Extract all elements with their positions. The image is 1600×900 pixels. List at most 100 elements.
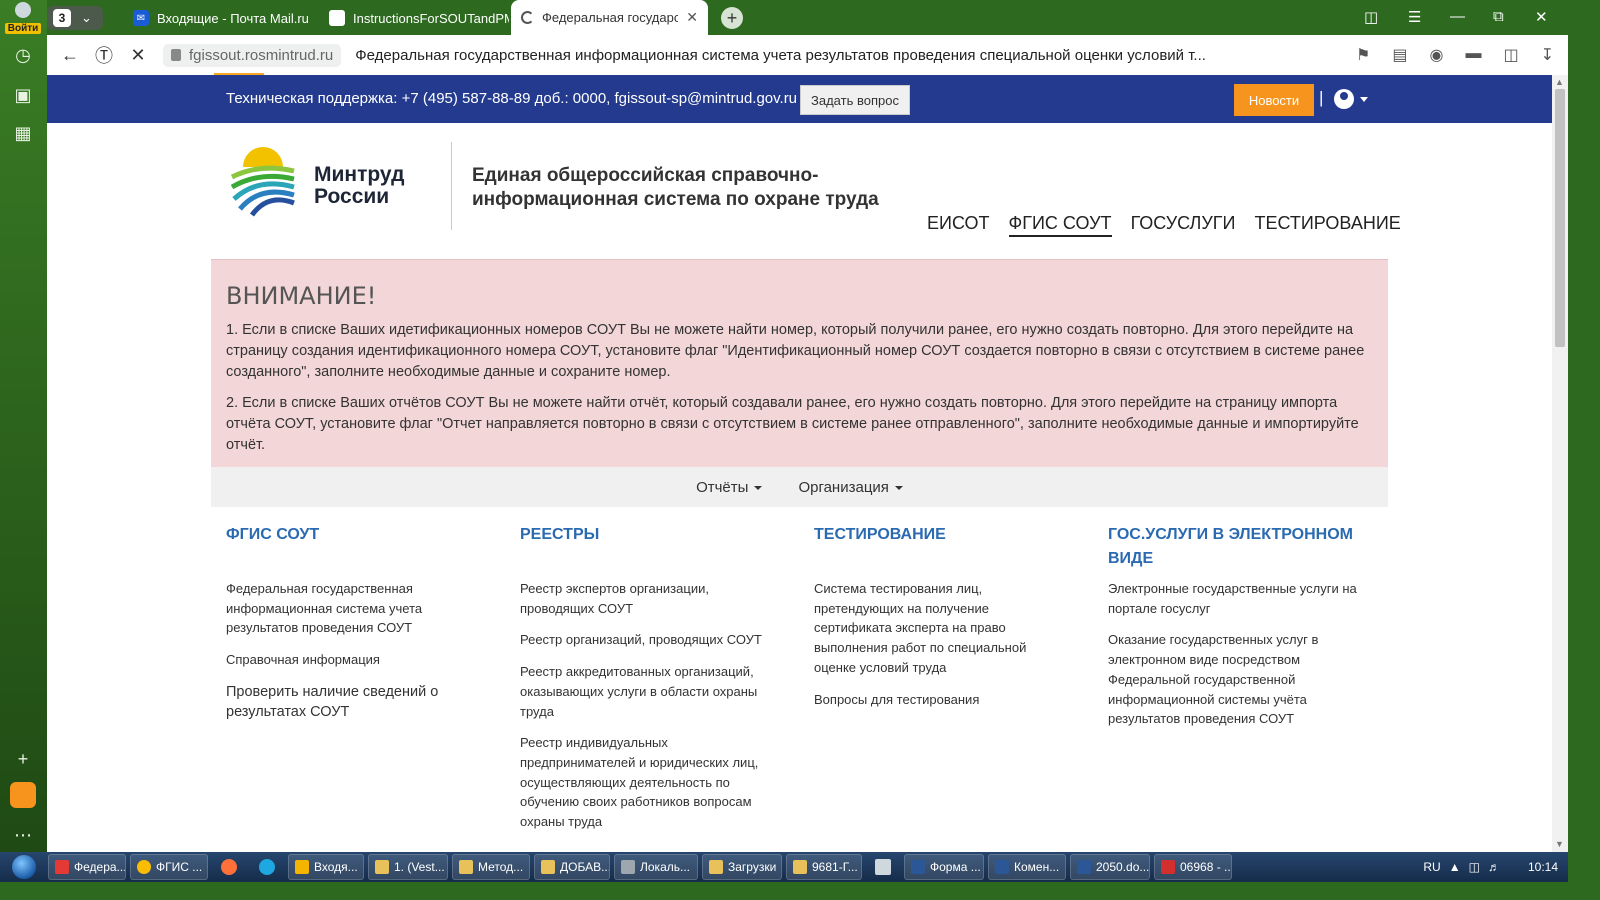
tab-instructions[interactable]: InstructionsForSOUTandPMO bbox=[319, 3, 509, 33]
printer-icon bbox=[875, 859, 891, 875]
taskbar-item[interactable]: Входя... bbox=[288, 854, 364, 880]
scroll-down-icon[interactable]: ▼ bbox=[1555, 839, 1564, 849]
volume-icon[interactable]: ♬ bbox=[1488, 860, 1500, 874]
logo-line1: Минтруд bbox=[314, 163, 405, 186]
taskbar-item[interactable]: Комен... bbox=[988, 854, 1066, 880]
collections-icon[interactable]: ◫ bbox=[1364, 8, 1378, 26]
link-testing-system[interactable]: Система тестирования лиц, претендующих н… bbox=[814, 579, 1054, 678]
add-panel-icon[interactable]: + bbox=[8, 744, 38, 774]
scroll-up-icon[interactable]: ▲ bbox=[1555, 77, 1564, 87]
taskbar-item[interactable]: Локаль... bbox=[614, 854, 698, 880]
organization-label: Организация bbox=[798, 478, 889, 496]
taskbar-label: ФГИС ... bbox=[156, 860, 203, 874]
bookmark-icon[interactable]: ⚑ bbox=[1356, 45, 1370, 65]
language-indicator[interactable]: RU bbox=[1423, 860, 1440, 874]
organization-dropdown[interactable]: Организация bbox=[798, 478, 903, 496]
column-testing: ТЕСТИРОВАНИЕ Система тестирования лиц, п… bbox=[814, 523, 1084, 721]
taskbar-label: Метод... bbox=[478, 860, 524, 874]
restore-icon[interactable]: ⧉ bbox=[1493, 8, 1504, 25]
site-title-line2: информационная система по охране труда bbox=[472, 189, 879, 210]
tray-expand-icon[interactable]: ▲ bbox=[1449, 860, 1461, 874]
ask-question-button[interactable]: Задать вопрос bbox=[800, 85, 910, 115]
column-title[interactable]: ГОС.УСЛУГИ В ЭЛЕКТРОННОМ ВИДЕ bbox=[1108, 523, 1368, 579]
support-bar: Техническая поддержка: +7 (495) 587-88-8… bbox=[47, 75, 1552, 123]
column-title[interactable]: ФГИС СОУТ bbox=[226, 523, 496, 579]
taskbar-label: Форма ... bbox=[930, 860, 981, 874]
taskbar-item[interactable]: Форма ... bbox=[904, 854, 984, 880]
column-title[interactable]: ТЕСТИРОВАНИЕ bbox=[814, 523, 1084, 579]
apps-grid-icon[interactable]: ▦ bbox=[8, 118, 38, 148]
printer-taskbar-icon[interactable] bbox=[866, 854, 900, 880]
link-check-sout[interactable]: Проверить наличие сведений о результатах… bbox=[226, 682, 456, 722]
taskbar-item[interactable]: Загрузки bbox=[702, 854, 782, 880]
address-bar: ← Ⓣ ✕ fgissout.rosmintrud.ru Федеральная… bbox=[47, 35, 1568, 75]
menu-icon[interactable]: ☰ bbox=[1408, 8, 1421, 26]
screenshot-icon[interactable]: ▣ bbox=[8, 80, 38, 110]
link-gosuslugi-portal[interactable]: Электронные государственные услуги на по… bbox=[1108, 579, 1373, 618]
taskbar-item[interactable]: ДОБАВ... bbox=[534, 854, 610, 880]
separator: | bbox=[1319, 88, 1324, 107]
link-fgis-system[interactable]: Федеральная государственная информационн… bbox=[226, 579, 456, 638]
column-fgis-sout: ФГИС СОУТ Федеральная государственная ин… bbox=[226, 523, 496, 734]
clock[interactable]: 10:14 bbox=[1528, 860, 1558, 874]
yandex-icon[interactable]: Ⓣ bbox=[87, 42, 121, 68]
link-training-registry[interactable]: Реестр индивидуальных предпринимателей и… bbox=[520, 733, 780, 832]
close-tab-icon[interactable]: ✕ bbox=[686, 9, 698, 26]
login-button[interactable]: Войти bbox=[4, 2, 42, 34]
minimize-icon[interactable]: — bbox=[1450, 8, 1465, 25]
start-button[interactable] bbox=[0, 852, 48, 882]
history-icon[interactable]: ◷ bbox=[8, 40, 38, 70]
extensions-icon[interactable]: ◫ bbox=[1503, 45, 1518, 65]
firefox-taskbar-icon[interactable] bbox=[212, 854, 246, 880]
taskbar-item[interactable]: ФГИС ... bbox=[130, 854, 208, 880]
ie-taskbar-icon[interactable] bbox=[250, 854, 284, 880]
user-menu[interactable] bbox=[1334, 89, 1368, 109]
download-icon[interactable]: ↧ bbox=[1541, 45, 1554, 65]
taskbar-item[interactable]: 06968 - ... bbox=[1154, 854, 1232, 880]
mail-app-icon[interactable] bbox=[10, 782, 36, 808]
page-scrollbar[interactable]: ▲ ▼ bbox=[1552, 75, 1568, 852]
column-title[interactable]: РЕЕСТРЫ bbox=[520, 523, 790, 579]
extension-icon[interactable]: ◉ bbox=[1430, 45, 1444, 65]
word-icon bbox=[1077, 860, 1091, 874]
tab-mail[interactable]: ✉ Входящие - Почта Mail.ru bbox=[123, 3, 313, 33]
protect-icon[interactable]: ▬ bbox=[1465, 45, 1481, 65]
scrollbar-thumb[interactable] bbox=[1555, 89, 1565, 347]
reader-icon[interactable]: ▤ bbox=[1392, 45, 1407, 65]
back-icon[interactable]: ← bbox=[53, 45, 87, 66]
network-icon[interactable]: ◫ bbox=[1469, 860, 1480, 874]
link-electronic-services[interactable]: Оказание государственных услуг в электро… bbox=[1108, 630, 1333, 729]
close-window-icon[interactable]: ✕ bbox=[1535, 8, 1548, 26]
nav-gosuslugi[interactable]: ГОСУСЛУГИ bbox=[1131, 213, 1236, 237]
sub-navigation: Отчёты Организация bbox=[211, 467, 1388, 507]
tab-title: InstructionsForSOUTandPMO bbox=[353, 10, 509, 26]
link-organizations-registry[interactable]: Реестр организаций, проводящих СОУТ bbox=[520, 630, 790, 650]
more-icon[interactable]: ⋯ bbox=[8, 820, 38, 850]
taskbar-item[interactable]: 2050.do... bbox=[1070, 854, 1150, 880]
tab-fgis-active[interactable]: Федеральная государстве ✕ bbox=[511, 0, 708, 35]
main-nav: ЕИСОТ ФГИС СОУТ ГОСУСЛУГИ ТЕСТИРОВАНИЕ bbox=[927, 213, 1401, 237]
url-page-title[interactable]: Федеральная государственная информационн… bbox=[355, 47, 1245, 64]
link-testing-questions[interactable]: Вопросы для тестирования bbox=[814, 690, 1084, 710]
new-tab-button[interactable]: + bbox=[721, 7, 743, 29]
site-title-line1: Единая общероссийская справочно- bbox=[472, 165, 819, 186]
nav-eisot[interactable]: ЕИСОТ bbox=[927, 213, 990, 237]
taskbar-item[interactable]: Метод... bbox=[452, 854, 530, 880]
link-accredited-registry[interactable]: Реестр аккредитованных организаций, оказ… bbox=[520, 662, 780, 721]
url-host[interactable]: fgissout.rosmintrud.ru bbox=[163, 43, 342, 67]
taskbar-item[interactable]: 1. (Vest... bbox=[368, 854, 448, 880]
taskbar-item[interactable]: Федера... bbox=[48, 854, 126, 880]
reports-dropdown[interactable]: Отчёты bbox=[696, 479, 763, 496]
link-experts-registry[interactable]: Реестр экспертов организации, проводящих… bbox=[520, 579, 735, 618]
taskbar-label: Федера... bbox=[74, 860, 126, 874]
mintrud-logo[interactable] bbox=[230, 143, 296, 217]
nav-testing[interactable]: ТЕСТИРОВАНИЕ bbox=[1254, 213, 1400, 237]
browser-sidebar: Войти ◷ ▣ ▦ + ⋯ bbox=[0, 0, 47, 852]
tab-counter[interactable]: 3 ⌄ bbox=[47, 6, 103, 30]
taskbar-item[interactable]: 9681-Г... bbox=[786, 854, 862, 880]
news-button[interactable]: Новости bbox=[1234, 84, 1314, 116]
column-registries: РЕЕСТРЫ Реестр экспертов организации, пр… bbox=[520, 523, 790, 844]
link-reference-info[interactable]: Справочная информация bbox=[226, 650, 496, 670]
nav-fgis-sout[interactable]: ФГИС СОУТ bbox=[1008, 213, 1112, 237]
stop-loading-icon[interactable]: ✕ bbox=[121, 45, 155, 66]
